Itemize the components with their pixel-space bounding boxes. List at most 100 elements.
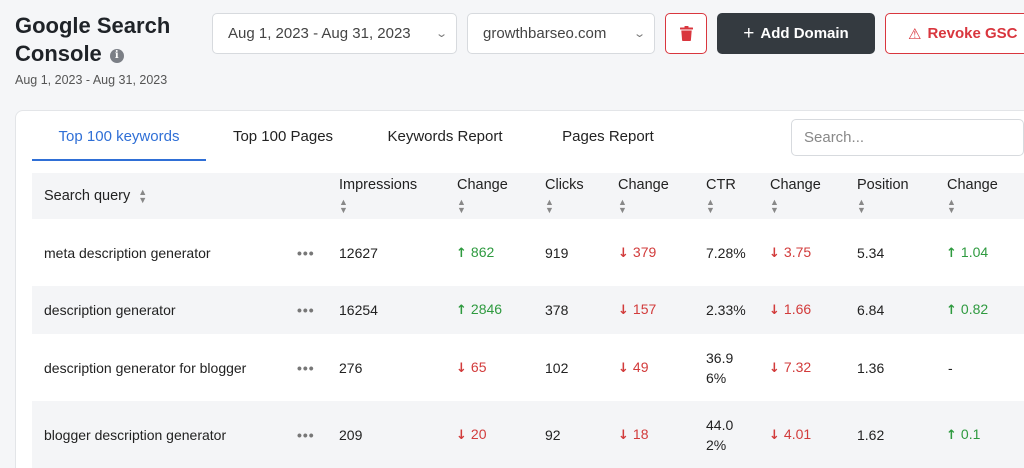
- clicks-change: ↓ 379: [618, 242, 656, 264]
- column-header-ctr-change[interactable]: Change ▲ ▼: [770, 177, 821, 215]
- table-row[interactable]: blogger description generator ••• 209 ↓ 2…: [32, 401, 1024, 468]
- change-value: 65: [470, 358, 487, 375]
- search-input[interactable]: [791, 119, 1024, 156]
- ctr-value: 7.28%: [706, 244, 746, 261]
- plus-icon: +: [743, 23, 755, 44]
- change-value: 3.75: [783, 243, 812, 260]
- column-label: Search query: [44, 188, 131, 204]
- clicks-value: 102: [545, 359, 569, 376]
- column-label: Change: [947, 177, 998, 193]
- sort-icon: ▲ ▼: [618, 197, 627, 215]
- domain-value: growthbarseo.com: [483, 25, 607, 42]
- change-value: 1.04: [960, 243, 989, 260]
- position-value: 1.62: [857, 426, 885, 443]
- sort-icon: ▲ ▼: [947, 197, 956, 215]
- date-range-select[interactable]: Aug 1, 2023 - Aug 31, 2023 ⌄: [212, 13, 457, 54]
- arrow-up-icon: ↑: [456, 245, 467, 261]
- warning-icon: ⚠: [908, 25, 922, 43]
- sort-icon: ▲ ▼: [857, 197, 866, 215]
- table-header: Search query ▲ ▼ Impressions ▲ ▼ Change ▲ ▼…: [32, 173, 1024, 219]
- page-title: Google Search Console i: [15, 12, 170, 68]
- clicks-value: 378: [545, 302, 569, 318]
- column-header-impressions-change[interactable]: Change ▲ ▼: [457, 177, 508, 215]
- change-value: 49: [632, 358, 649, 375]
- arrow-down-icon: ↓: [769, 245, 780, 261]
- arrow-down-icon: ↓: [618, 245, 629, 261]
- column-label: CTR: [706, 177, 736, 193]
- sort-icon: ▲ ▼: [339, 197, 348, 215]
- change-value: 157: [632, 301, 657, 317]
- ctr-value: 2.33%: [706, 302, 746, 318]
- column-header-clicks-change[interactable]: Change ▲ ▼: [618, 177, 669, 215]
- column-header-clicks[interactable]: Clicks ▲ ▼: [545, 177, 584, 215]
- revoke-gsc-label: Revoke GSC: [927, 25, 1018, 42]
- position-value: 6.84: [857, 302, 885, 318]
- search-query: description generator: [44, 302, 176, 318]
- position-change: ↑ 0.1: [946, 424, 980, 446]
- page-title-line2: Console: [15, 41, 102, 66]
- clicks-change: ↓ 49: [618, 357, 648, 379]
- trash-icon: [679, 26, 693, 41]
- tab-pages-report[interactable]: Pages Report: [530, 111, 686, 161]
- date-range-value: Aug 1, 2023 - Aug 31, 2023: [228, 25, 411, 42]
- column-header-position-change[interactable]: Change ▲ ▼: [947, 177, 998, 215]
- column-label: Position: [857, 177, 909, 193]
- more-options-icon[interactable]: •••: [297, 358, 315, 378]
- tab-top-100-keywords[interactable]: Top 100 keywords: [32, 111, 206, 161]
- change-value: 379: [632, 243, 657, 260]
- tab-top-100-pages[interactable]: Top 100 Pages: [206, 111, 360, 161]
- more-options-icon[interactable]: •••: [297, 425, 315, 445]
- impressions-change: ↑ 2846: [456, 299, 502, 321]
- report-card: Top 100 keywords Top 100 Pages Keywords …: [15, 110, 1024, 468]
- more-options-icon[interactable]: •••: [297, 300, 315, 320]
- sort-icon: ▲ ▼: [770, 197, 779, 215]
- impressions-value: 16254: [339, 302, 378, 318]
- clicks-change: ↓ 157: [618, 299, 656, 321]
- column-header-search-query[interactable]: Search query ▲ ▼: [44, 187, 148, 205]
- position-value: 5.34: [857, 244, 885, 261]
- sort-icon: ▲ ▼: [138, 187, 148, 205]
- position-change: ↑ 1.04: [946, 242, 988, 264]
- sort-icon: ▲ ▼: [545, 197, 554, 215]
- ctr-change: ↓ 4.01: [769, 424, 811, 446]
- arrow-up-icon: ↑: [946, 303, 957, 318]
- domain-select[interactable]: growthbarseo.com ⌄: [467, 13, 655, 54]
- column-label: Impressions: [339, 177, 418, 193]
- column-header-position[interactable]: Position ▲ ▼: [857, 177, 909, 215]
- sort-icon: ▲ ▼: [457, 197, 466, 215]
- arrow-up-icon: ↑: [946, 245, 957, 261]
- position-change: ↑ 0.82: [946, 299, 988, 321]
- clicks-value: 92: [545, 426, 561, 443]
- change-value: 2846: [470, 301, 503, 317]
- column-header-ctr[interactable]: CTR ▲ ▼: [706, 177, 736, 215]
- position-change: -: [948, 359, 953, 376]
- table-row[interactable]: meta description generator ••• 12627 ↑ 86…: [32, 219, 1024, 286]
- ctr-change: ↓ 3.75: [769, 242, 811, 264]
- impressions-change: ↑ 862: [456, 242, 494, 264]
- date-range-subtitle: Aug 1, 2023 - Aug 31, 2023: [15, 73, 168, 87]
- column-label: Clicks: [545, 177, 584, 193]
- change-value: 0.82: [960, 301, 989, 317]
- arrow-up-icon: ↑: [946, 427, 957, 443]
- arrow-up-icon: ↑: [456, 303, 467, 318]
- add-domain-button[interactable]: + Add Domain: [717, 13, 875, 54]
- arrow-down-icon: ↓: [769, 427, 780, 443]
- column-label: Change: [457, 177, 508, 193]
- tab-bar: Top 100 keywords Top 100 Pages Keywords …: [32, 111, 686, 161]
- position-value: 1.36: [857, 359, 885, 376]
- tab-keywords-report[interactable]: Keywords Report: [360, 111, 530, 161]
- ctr-value: 36.96%: [706, 349, 734, 386]
- table-row[interactable]: description generator for blogger ••• 27…: [32, 334, 1024, 401]
- change-value: 7.32: [783, 358, 812, 375]
- revoke-gsc-button[interactable]: ⚠ Revoke GSC: [885, 13, 1024, 54]
- change-value: 20: [470, 425, 487, 442]
- delete-domain-button[interactable]: [665, 13, 707, 54]
- more-options-icon[interactable]: •••: [297, 243, 315, 263]
- change-value: 0.1: [960, 425, 981, 442]
- table-row[interactable]: description generator ••• 16254 ↑ 2846 37…: [32, 286, 1024, 334]
- column-header-impressions[interactable]: Impressions ▲ ▼: [339, 177, 418, 215]
- info-icon[interactable]: i: [109, 48, 124, 63]
- arrow-down-icon: ↓: [456, 427, 467, 443]
- search-query: description generator for blogger: [44, 359, 247, 376]
- page-title-line1: Google Search: [15, 13, 171, 38]
